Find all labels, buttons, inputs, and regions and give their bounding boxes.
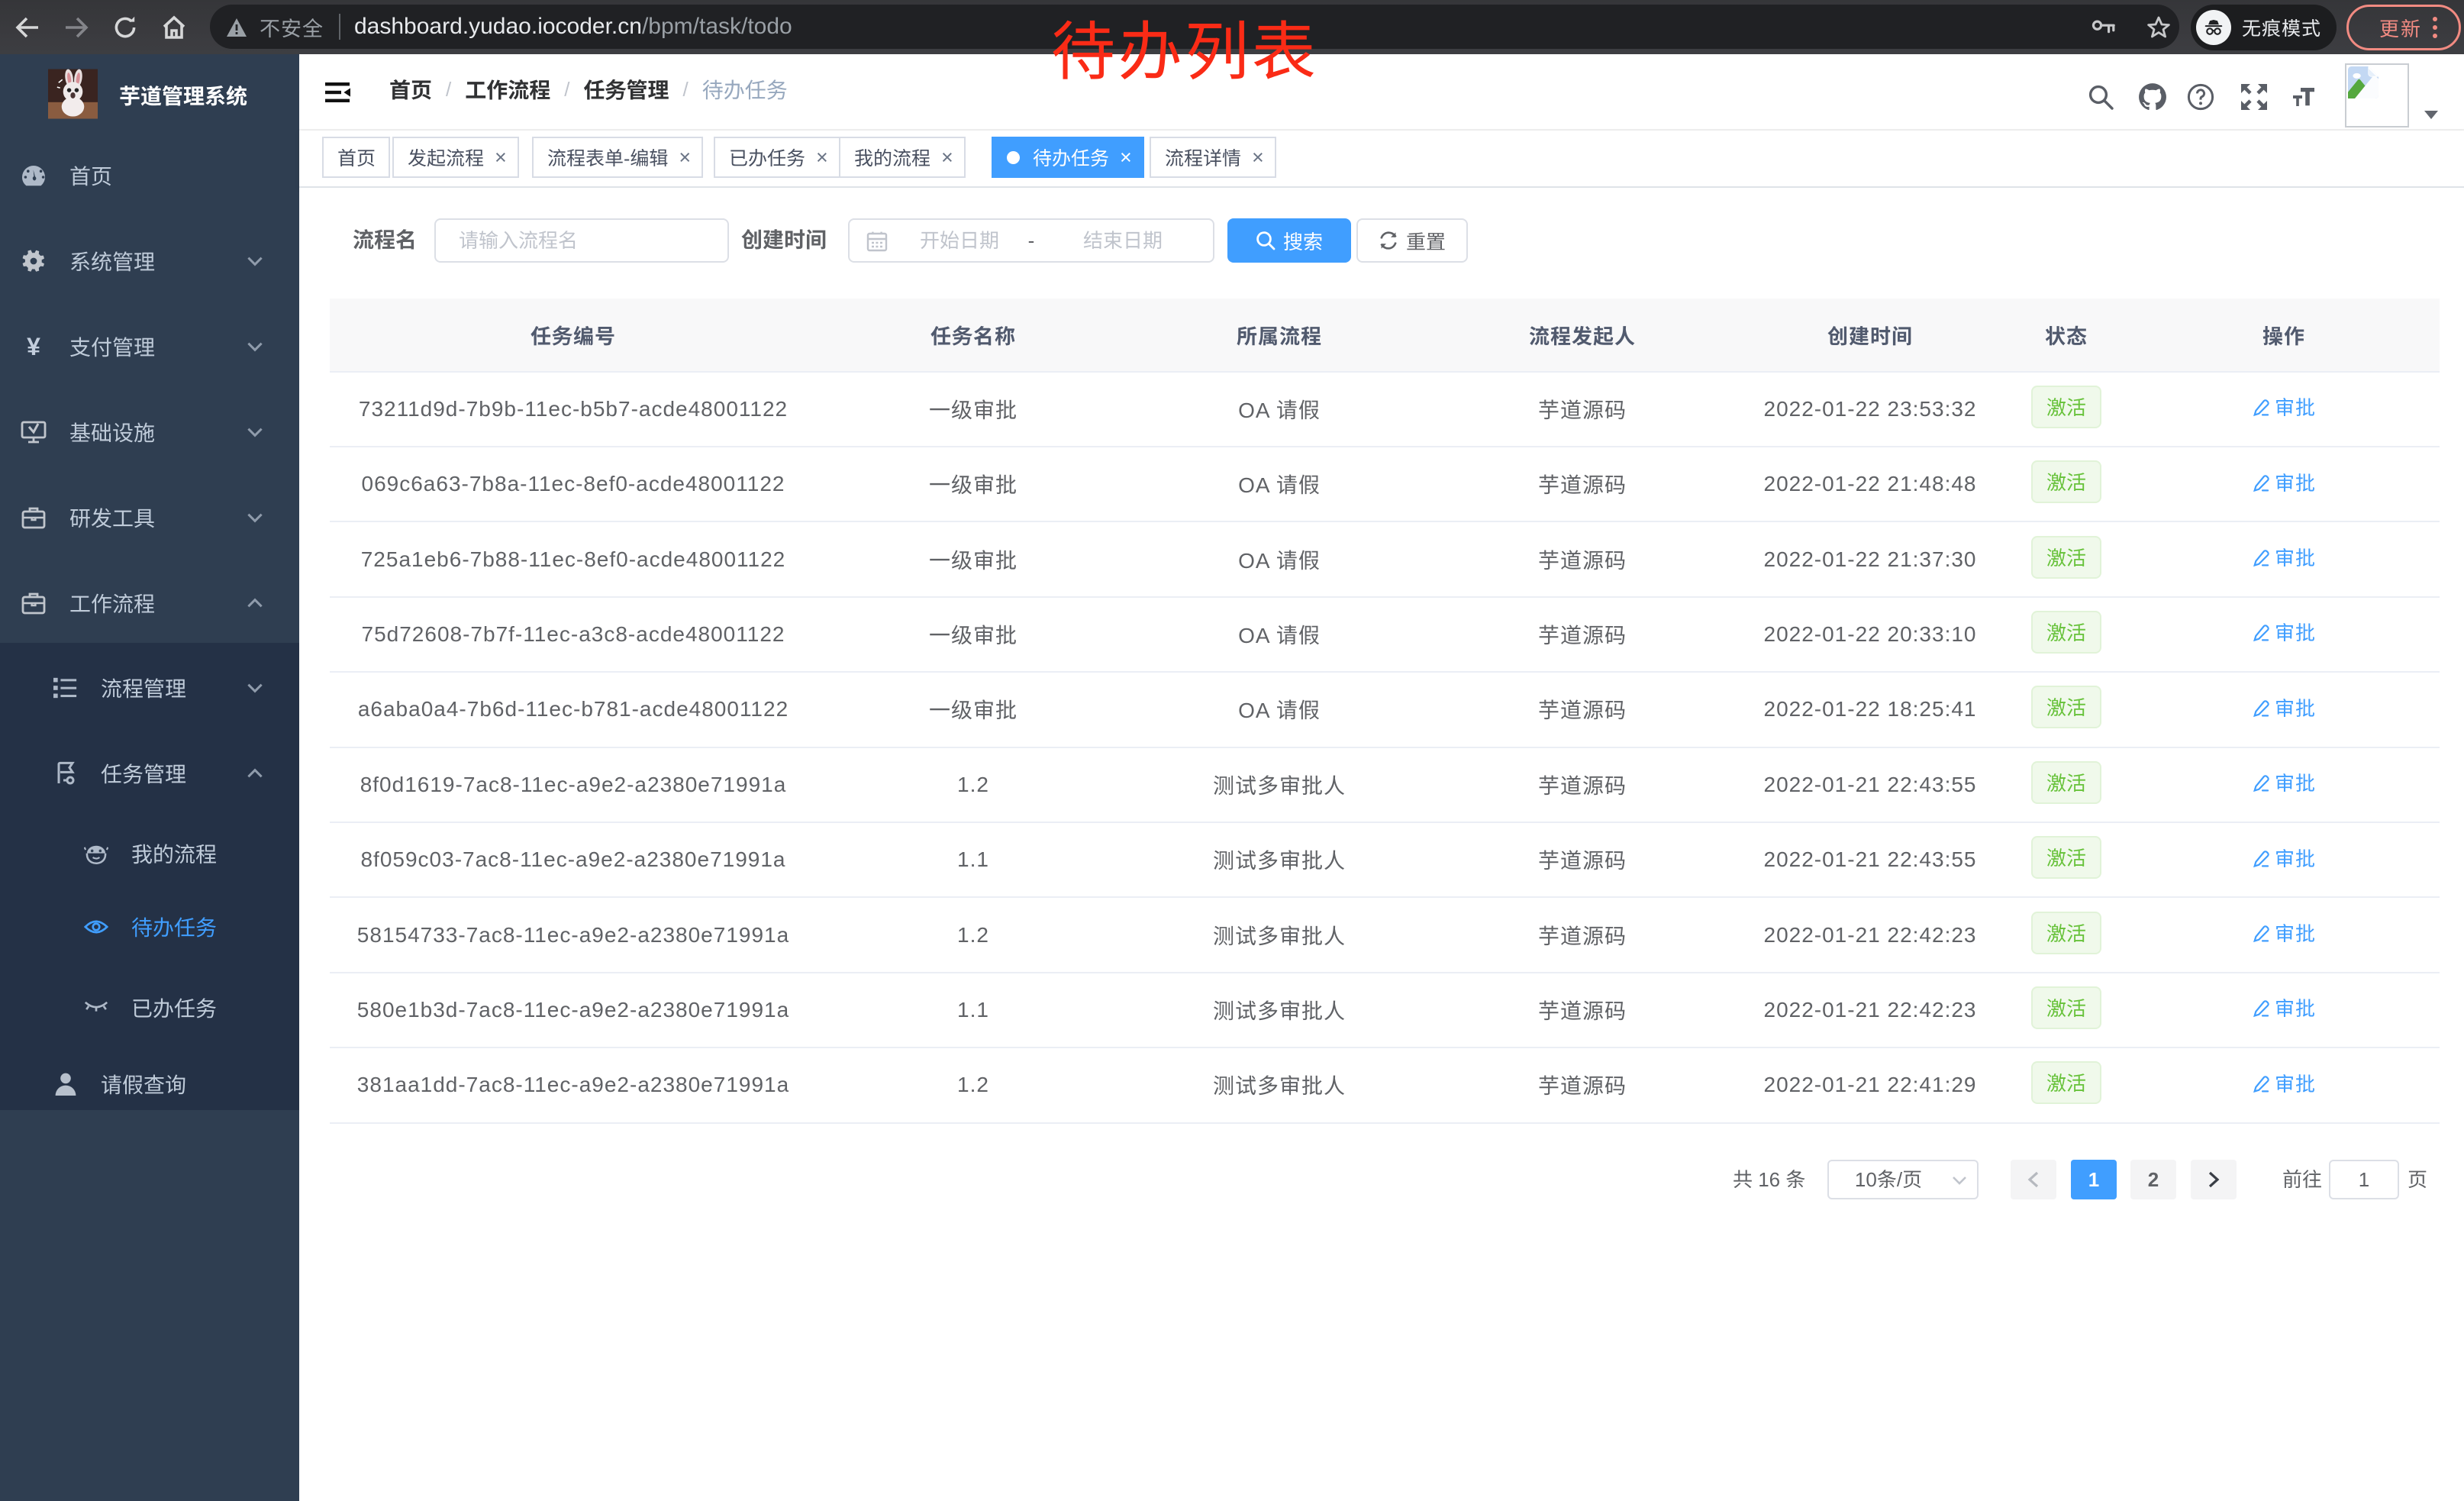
svg-text:¥: ¥ [27, 334, 40, 359]
